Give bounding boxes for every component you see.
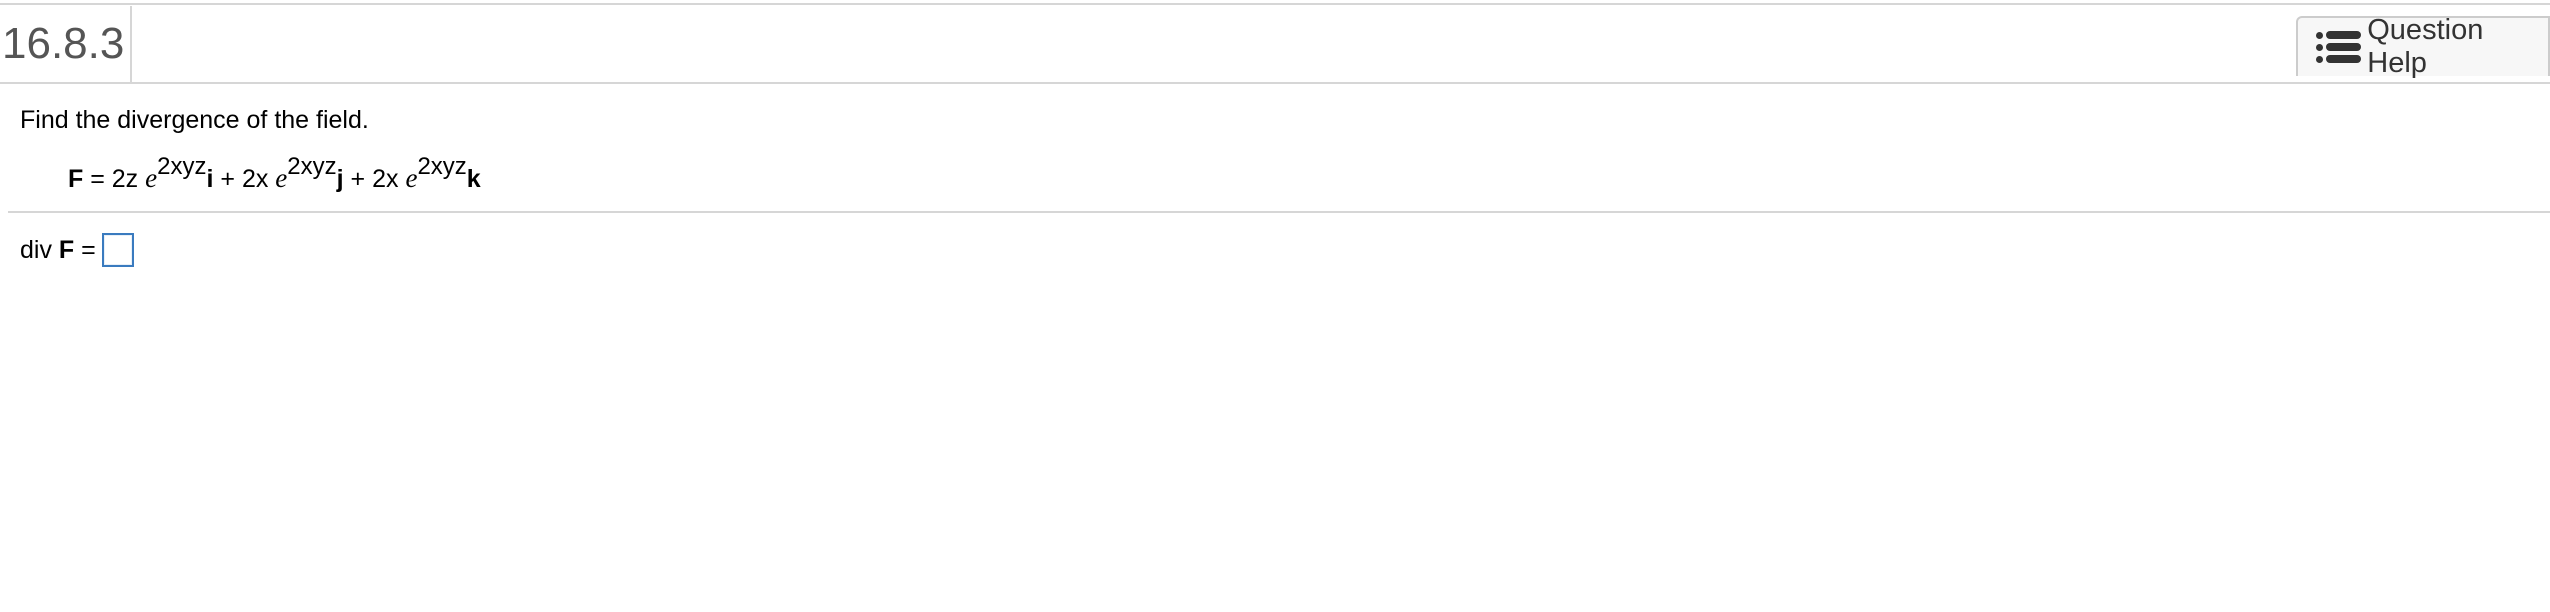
plus-sign-1: + (213, 165, 242, 193)
term3-unit-vector: k (466, 165, 481, 193)
answer-row: div F = (20, 230, 134, 270)
question-help-label: Question Help (2367, 14, 2484, 79)
answer-equals: = (74, 235, 96, 264)
question-header: 16.8.3 Question Help (0, 6, 2550, 84)
term2-unit-vector: j (336, 165, 344, 193)
section-divider (8, 211, 2550, 213)
question-page: 16.8.3 Question Help Find the divergence… (0, 0, 2550, 612)
term3-base: e (405, 163, 418, 193)
term3-coefficient: 2x (372, 165, 406, 193)
answer-input[interactable] (101, 233, 134, 267)
vector-field-formula: F = 2z e2xyzi + 2x e2xyzj + 2x e2xyzk (68, 154, 481, 197)
term2-base: e (275, 163, 288, 193)
question-help-button[interactable]: Question Help (2296, 14, 2550, 79)
question-instruction: Find the divergence of the field. (20, 106, 369, 134)
answer-field-symbol: F (58, 235, 75, 264)
term1-exponent: 2xyz (157, 152, 207, 180)
formula-lhs: F (68, 165, 84, 193)
plus-sign-2: + (343, 165, 373, 193)
term2-coefficient: 2x (241, 165, 276, 193)
problem-number: 16.8.3 (0, 6, 132, 82)
term2-exponent: 2xyz (287, 152, 337, 180)
top-divider (0, 3, 2550, 5)
term3-exponent: 2xyz (417, 152, 467, 180)
formula-equals: = (83, 165, 112, 193)
term1-base: e (145, 163, 158, 193)
list-icon (2316, 31, 2362, 63)
term1-coefficient: 2z (111, 165, 146, 193)
answer-prefix: div (20, 235, 59, 264)
